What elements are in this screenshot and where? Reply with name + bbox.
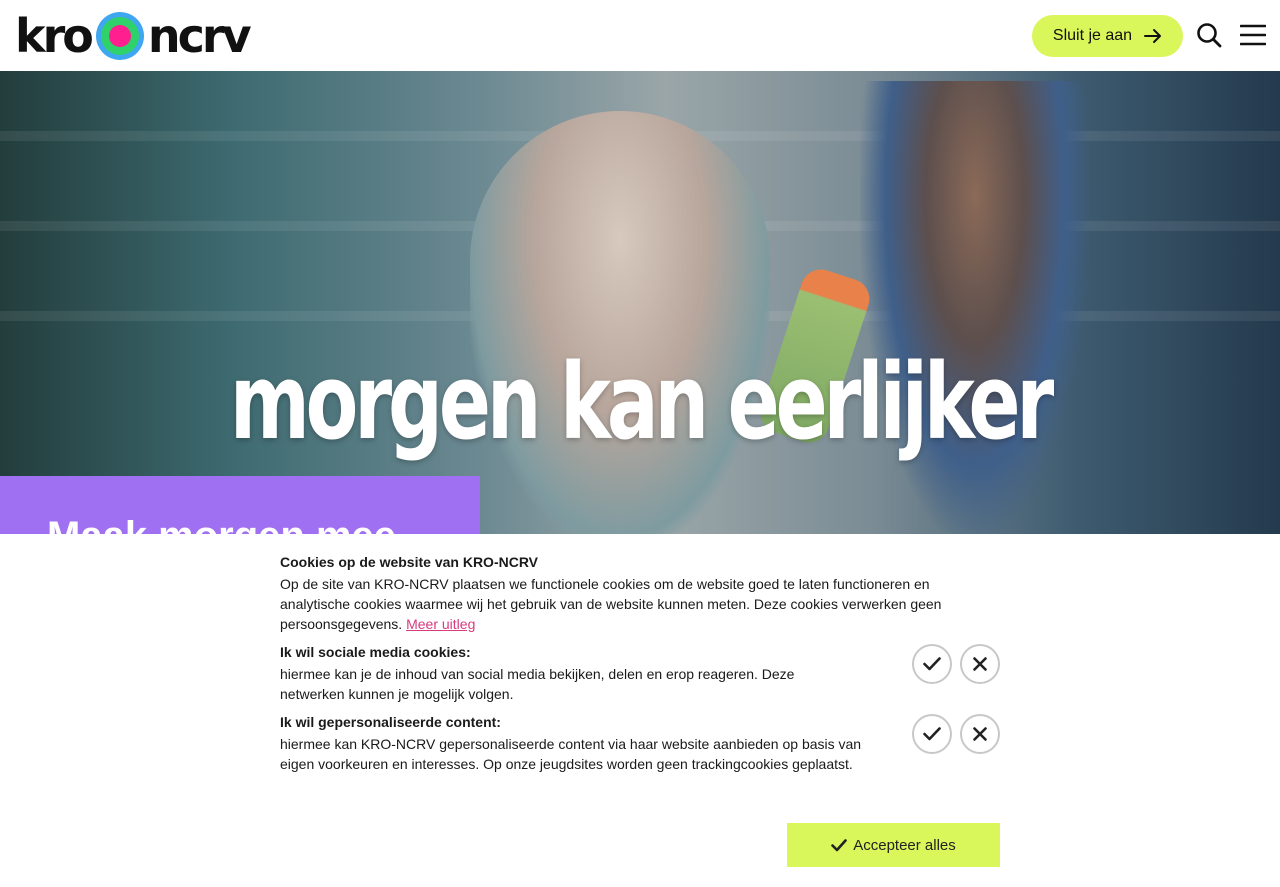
hero-overlay-text: morgen kan eerlijker <box>229 341 1054 463</box>
close-icon <box>973 727 987 741</box>
checkmark-icon <box>923 727 941 741</box>
logo-circle-icon <box>95 12 144 60</box>
logo-text-kro: kro <box>15 9 94 63</box>
cookie-banner: Cookies op de website van KRO-NCRV Op de… <box>0 534 1280 887</box>
kro-ncrv-logo[interactable]: kro ncrv <box>15 9 252 63</box>
site-header: kro ncrv Sluit je aan <box>0 0 1280 71</box>
hero-figure-man <box>860 81 1090 534</box>
logo-text-ncrv: ncrv <box>147 9 252 63</box>
hero-video[interactable]: morgen kan eerlijker <box>0 71 1280 534</box>
social-cookies-title: Ik wil sociale media cookies: <box>280 644 471 660</box>
personalized-content-decline-button[interactable] <box>960 714 1000 754</box>
hero-headline-box: Maak morgen mee <box>0 476 480 534</box>
personalized-content-text: hiermee kan KRO-NCRV gepersonaliseerde c… <box>280 736 862 772</box>
hero-headline: Maak morgen mee <box>47 514 396 534</box>
cookie-intro-text: Op de site van KRO-NCRV plaatsen we func… <box>280 576 942 632</box>
checkmark-icon <box>923 657 941 671</box>
arrow-right-icon <box>1144 29 1162 43</box>
join-button-label: Sluit je aan <box>1052 27 1133 44</box>
personalized-content-accept-button[interactable] <box>912 714 952 754</box>
close-icon <box>973 657 987 671</box>
social-cookies-decline-button[interactable] <box>960 644 1000 684</box>
join-button[interactable]: Sluit je aan <box>1032 15 1183 57</box>
personalized-content-title: Ik wil gepersonaliseerde content: <box>280 714 501 730</box>
accept-all-label: Accepteer alles <box>853 836 956 854</box>
hamburger-menu-icon[interactable] <box>1240 22 1266 48</box>
hero-figure-woman <box>470 111 770 534</box>
accept-all-button[interactable]: Accepteer alles <box>787 823 1000 867</box>
more-info-link[interactable]: Meer uitleg <box>406 616 475 632</box>
cookie-title: Cookies op de website van KRO-NCRV <box>280 554 539 570</box>
search-icon[interactable] <box>1196 22 1222 48</box>
checkmark-icon <box>831 838 848 851</box>
social-cookies-text: hiermee kan je de inhoud van social medi… <box>280 666 795 702</box>
cookie-intro: Op de site van KRO-NCRV plaatsen we func… <box>280 574 996 634</box>
social-cookies-accept-button[interactable] <box>912 644 952 684</box>
